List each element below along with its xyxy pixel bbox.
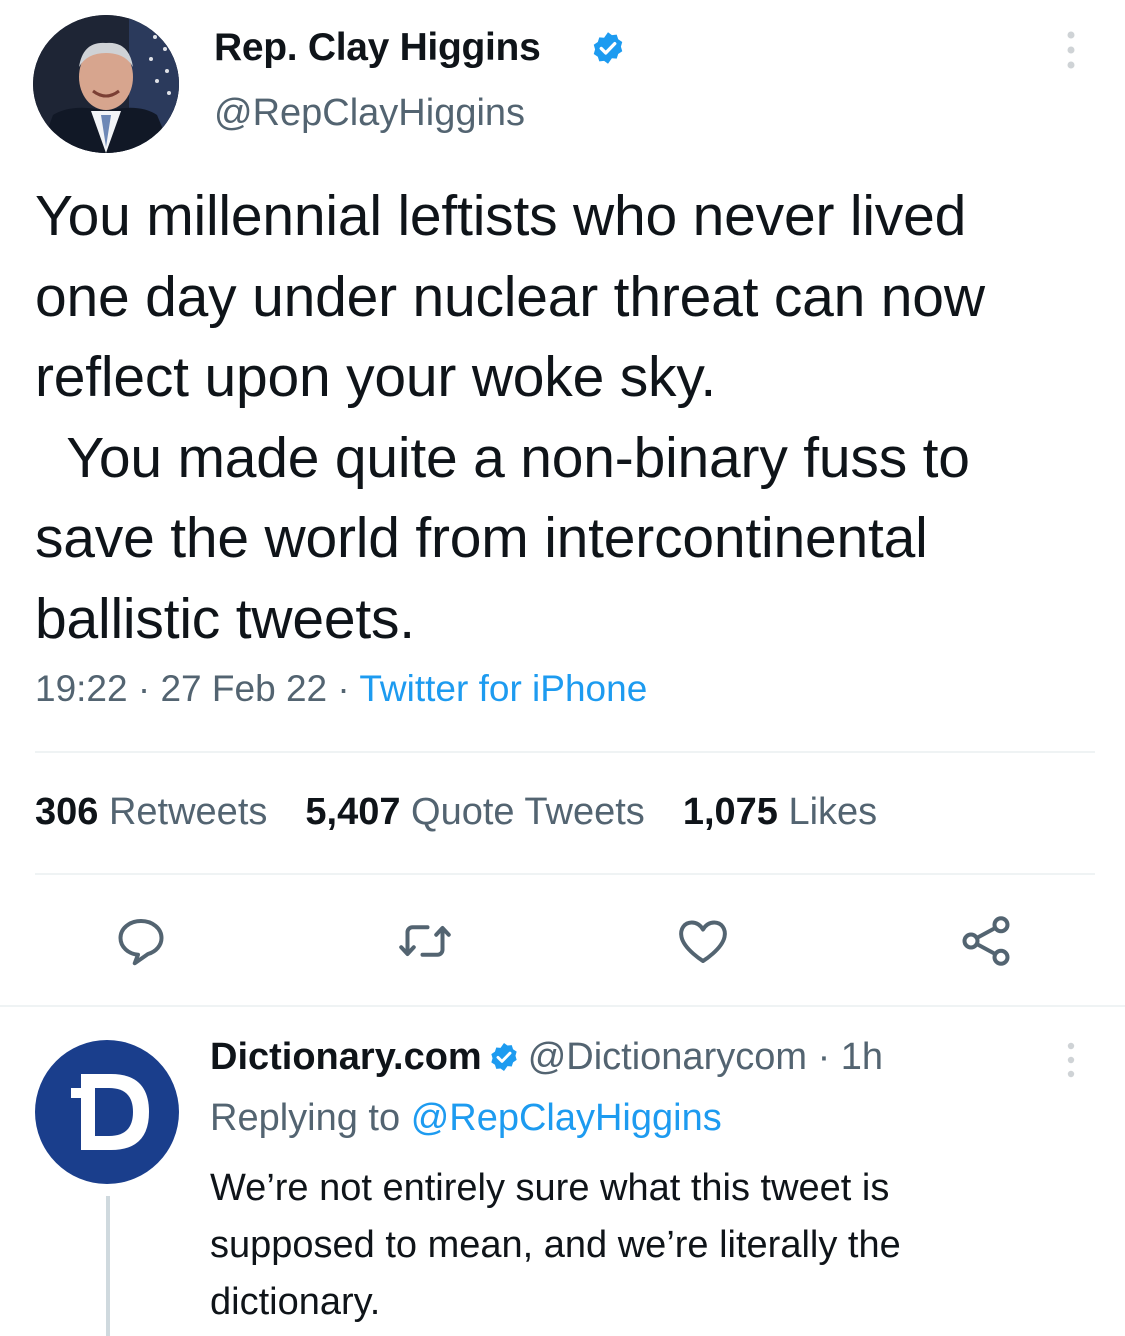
- dictionary-logo-icon: [35, 1040, 179, 1184]
- meta-separator: ·: [337, 668, 350, 709]
- retweets-stat[interactable]: 306 Retweets: [35, 791, 267, 833]
- tweet-time[interactable]: 19:22: [35, 668, 128, 709]
- tweet-date[interactable]: 27 Feb 22: [160, 668, 327, 709]
- tweet-stats: 306 Retweets 5,407 Quote Tweets 1,075 Like…: [35, 791, 877, 834]
- divider: [35, 751, 1095, 753]
- tweet-meta: 19:22 · 27 Feb 22 · Twitter for iPhone: [35, 668, 647, 710]
- reply-author-name[interactable]: Dictionary.com: [210, 1036, 482, 1078]
- replying-prefix: Replying to: [210, 1097, 401, 1139]
- quotes-stat[interactable]: 5,407 Quote Tweets: [305, 791, 644, 833]
- quotes-label: Quote Tweets: [411, 791, 645, 833]
- likes-label: Likes: [788, 791, 878, 833]
- avatar-photo: [33, 15, 179, 153]
- quotes-count: 5,407: [305, 791, 401, 833]
- thread-line: [106, 1196, 110, 1336]
- more-options-icon[interactable]: [1064, 1040, 1078, 1080]
- retweets-label: Retweets: [108, 791, 268, 833]
- like-icon[interactable]: [673, 911, 733, 971]
- retweets-count: 306: [35, 791, 99, 833]
- tweet-source[interactable]: Twitter for iPhone: [359, 668, 647, 709]
- reply-text: We’re not entirely sure what this tweet …: [210, 1167, 901, 1323]
- more-options-icon[interactable]: [1064, 28, 1078, 72]
- verified-badge-icon: [491, 1043, 517, 1071]
- reply-icon[interactable]: [111, 911, 171, 971]
- replying-to: Replying to @RepClayHiggins: [210, 1097, 722, 1140]
- likes-stat[interactable]: 1,075 Likes: [683, 791, 877, 833]
- reply-time[interactable]: 1h: [841, 1036, 883, 1078]
- divider: [35, 873, 1095, 875]
- author-handle[interactable]: @RepClayHiggins: [214, 92, 525, 135]
- tweet-text: You millennial leftists who never lived …: [35, 184, 985, 651]
- reply-author-handle[interactable]: @Dictionarycom: [528, 1036, 807, 1078]
- reply-header: Dictionary.com @Dictionarycom · 1h: [210, 1036, 883, 1079]
- meta-separator: ·: [137, 668, 151, 709]
- meta-separator: ·: [817, 1036, 831, 1078]
- verified-badge-icon: [593, 32, 623, 64]
- author-avatar[interactable]: [33, 15, 179, 153]
- reply-author-avatar[interactable]: [33, 1038, 181, 1186]
- divider: [0, 1005, 1125, 1007]
- share-icon[interactable]: [956, 911, 1016, 971]
- likes-count: 1,075: [682, 791, 778, 833]
- author-name[interactable]: Rep. Clay Higgins: [214, 26, 541, 70]
- replying-mention[interactable]: @RepClayHiggins: [411, 1097, 722, 1139]
- retweet-icon[interactable]: [395, 911, 455, 971]
